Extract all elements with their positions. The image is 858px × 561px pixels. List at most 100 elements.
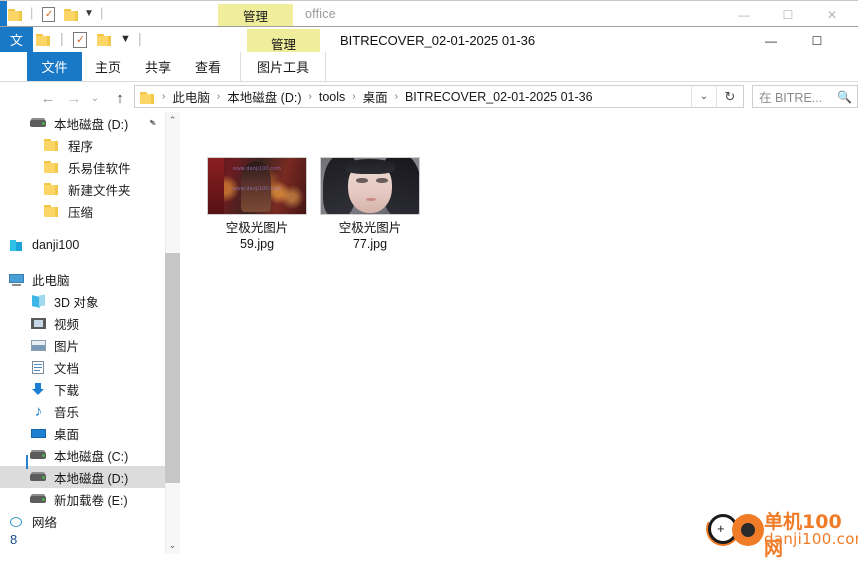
sidebar-item-12[interactable]: 文档: [0, 356, 166, 378]
recent-locations-icon[interactable]: ⌄: [86, 86, 104, 110]
tab-file[interactable]: 文件: [27, 52, 82, 81]
scroll-down-icon[interactable]: ⌄: [165, 537, 180, 554]
sidebar-item-label: 视频: [54, 317, 80, 332]
scrollbar-thumb[interactable]: [165, 253, 180, 483]
sidebar-item-label: 图片: [54, 339, 80, 354]
breadcrumb-item-drive-d[interactable]: 本地磁盘 (D:): [226, 87, 302, 106]
background-manage-tab[interactable]: 管理: [218, 4, 293, 26]
music-icon: ♪: [34, 402, 43, 420]
sidebar-item-0[interactable]: 本地磁盘 (D:): [0, 112, 166, 134]
address-bar[interactable]: › 此电脑 › 本地磁盘 (D:) › tools › 桌面 › BITRECO…: [134, 85, 744, 108]
sidebar-item-label: 此电脑: [32, 273, 70, 288]
back-button[interactable]: ←: [36, 86, 60, 110]
file-list-view[interactable]: www.danji100.com www.danji100.com 空极光图片 …: [180, 112, 858, 554]
maximize-button[interactable]: ☐: [794, 28, 840, 54]
documents-icon: [30, 359, 47, 376]
list-item[interactable]: www.danji100.com www.danji100.com 空极光图片 …: [202, 157, 312, 252]
watermark-text-en: danji100.com: [764, 530, 858, 548]
forward-button[interactable]: →: [62, 86, 86, 110]
navigation-tree: 本地磁盘 (D:) 程序乐易佳软件 新建文件夹压缩 danji100 此电脑 3D 对象视…: [0, 112, 166, 532]
bottom-left-digit: 8: [10, 532, 18, 547]
text-caret: [26, 455, 28, 469]
list-item[interactable]: 空极光图片 77.jpg: [315, 157, 425, 252]
minimize-button[interactable]: —: [748, 28, 794, 54]
navigation-pane[interactable]: 本地磁盘 (D:) 程序乐易佳软件 新建文件夹压缩 danji100 此电脑 3D 对象视…: [0, 112, 178, 554]
sidebar-item-11[interactable]: 图片: [0, 334, 166, 356]
background-maximize-button[interactable]: ☐: [766, 4, 810, 26]
sidebar-item-2[interactable]: 乐易佳软件: [0, 156, 166, 178]
breadcrumb-item-tools[interactable]: tools: [318, 90, 346, 104]
file-name-line1: 空极光图片: [225, 221, 289, 235]
network-icon: [8, 513, 25, 530]
tab-view[interactable]: 查看: [184, 52, 232, 81]
window-title: BITRECOVER_02-01-2025 01-36: [340, 33, 536, 48]
sidebar-item-10[interactable]: 视频: [0, 312, 166, 334]
sidebar-item-13[interactable]: 下载: [0, 378, 166, 400]
this-pc-icon: [8, 271, 25, 288]
folder-icon: [44, 181, 61, 198]
scroll-up-icon[interactable]: ⌃: [165, 112, 180, 129]
breadcrumb-separator: ›: [394, 91, 398, 102]
drive-icon: [30, 115, 47, 132]
background-minimize-button[interactable]: —: [722, 4, 766, 26]
qat-dropdown-icon[interactable]: ▼: [84, 8, 94, 19]
drive-icon: [30, 491, 47, 508]
sidebar-item-14[interactable]: ♪ 音乐: [0, 400, 166, 422]
folder-icon: [140, 90, 156, 104]
watermark-disc-inner: [741, 523, 755, 537]
tab-home[interactable]: 主页: [84, 52, 132, 81]
sidebar-item-label: 桌面: [54, 427, 80, 442]
qat-dropdown-icon[interactable]: ▼: [120, 33, 131, 45]
sidebar-item-label: 下载: [54, 383, 80, 398]
sidebar-item-label: 本地磁盘 (D:): [54, 117, 129, 132]
sidebar-item-3[interactable]: 新建文件夹: [0, 178, 166, 200]
background-app-label: office: [305, 7, 336, 21]
properties-icon[interactable]: ✓: [42, 7, 55, 22]
thumbnail-watermark: www.danji100.com: [232, 166, 282, 172]
thumbnail-watermark: www.danji100.com: [232, 186, 282, 192]
sidebar-item-18[interactable]: 新加载卷 (E:): [0, 488, 166, 510]
sidebar-item-15[interactable]: 桌面: [0, 422, 166, 444]
breadcrumb-item-this-pc[interactable]: 此电脑: [171, 87, 211, 106]
sidebar-item-label: 程序: [68, 139, 94, 154]
sidebar-item-19[interactable]: 网络: [0, 510, 166, 532]
sidebar-item-label: 新加载卷 (E:): [54, 493, 128, 508]
sidebar-item-label: 文档: [54, 361, 80, 376]
sidebar-item-17[interactable]: 本地磁盘 (D:): [0, 466, 166, 488]
sidebar-item-label: 本地磁盘 (D:): [54, 471, 129, 486]
folder-icon: [44, 203, 61, 220]
quick-access-toolbar[interactable]: | ✓ ▼ |: [36, 28, 246, 52]
tab-share[interactable]: 共享: [134, 52, 182, 81]
drive-icon: [30, 447, 47, 464]
danji100-icon: [8, 237, 25, 254]
search-input[interactable]: 在 BITRE... 🔍: [752, 85, 858, 108]
sidebar-item-label: 压缩: [68, 205, 94, 220]
tab-picture-tools[interactable]: 图片工具: [240, 52, 326, 81]
window-more-button[interactable]: ›: [840, 28, 858, 54]
ime-file-badge[interactable]: 文: [0, 27, 33, 52]
breadcrumb-item-current-folder[interactable]: BITRECOVER_02-01-2025 01-36: [404, 90, 594, 104]
properties-icon[interactable]: ✓: [73, 32, 87, 48]
sidebar-item-9[interactable]: 3D 对象: [0, 290, 166, 312]
file-thumbnail[interactable]: www.danji100.com www.danji100.com: [207, 157, 307, 215]
file-name-line2: 77.jpg: [352, 237, 388, 251]
sidebar-item-1[interactable]: 程序: [0, 134, 166, 156]
up-button[interactable]: ↑: [108, 86, 132, 110]
refresh-icon[interactable]: ↻: [716, 86, 743, 107]
breadcrumb-separator: ›: [216, 91, 221, 102]
breadcrumb-item-desktop[interactable]: 桌面: [362, 87, 389, 106]
folder-icon: [44, 159, 61, 176]
background-window-left-accent: [0, 1, 7, 27]
search-icon[interactable]: 🔍: [837, 90, 852, 104]
sidebar-item-16[interactable]: 本地磁盘 (C:): [0, 444, 166, 466]
watermark-plus: +: [717, 521, 725, 536]
qat-divider: |: [30, 5, 34, 20]
thumbnail-detail: [375, 178, 388, 183]
chevron-down-icon[interactable]: ⌄: [691, 86, 716, 107]
sidebar-item-label: danji100: [32, 238, 80, 252]
background-quick-access-toolbar[interactable]: | ✓ ▼ |: [8, 3, 208, 27]
file-thumbnail[interactable]: [320, 157, 420, 215]
sidebar-item-8[interactable]: 此电脑: [0, 268, 166, 290]
background-close-button[interactable]: ✕: [810, 4, 854, 26]
